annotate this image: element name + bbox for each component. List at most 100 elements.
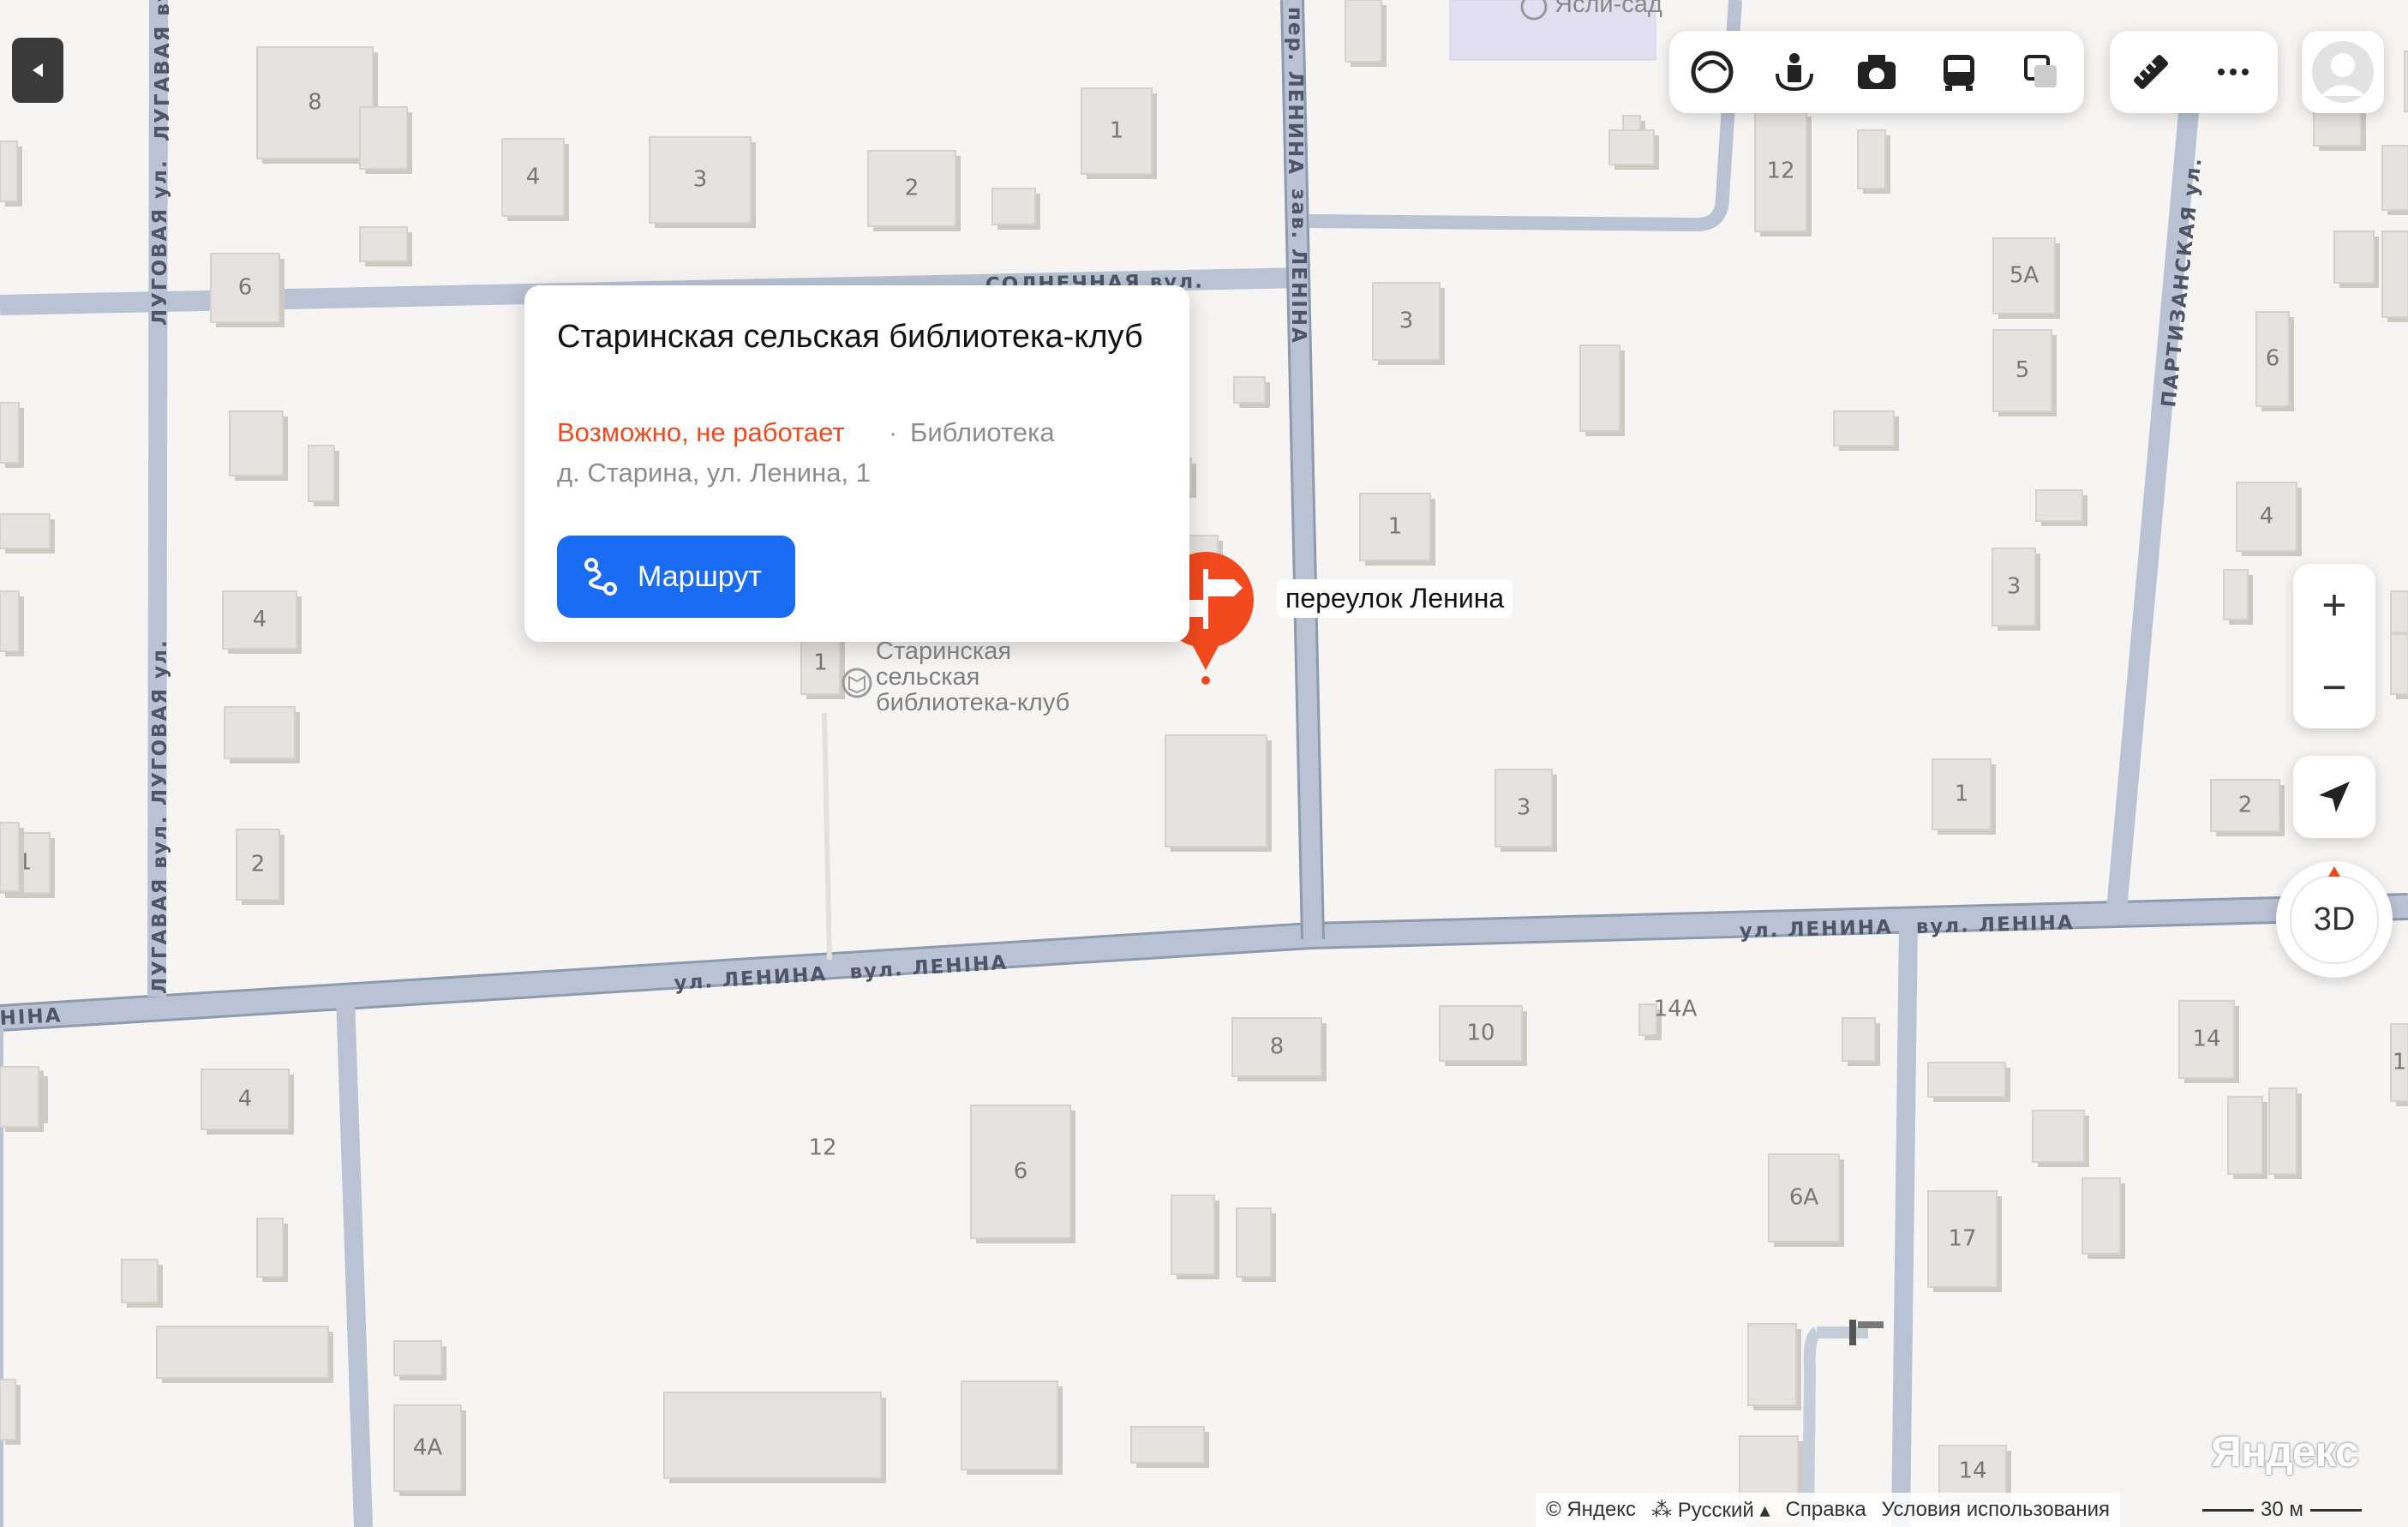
compass-north-marker	[2328, 866, 2340, 877]
building[interactable]	[393, 1340, 442, 1376]
building[interactable]	[1927, 1062, 2006, 1098]
map-canvas[interactable]: ЛУГОВАЯ ул. ЛУГАВАЯ вул. ЛУГОВАЯ ул. ЛУГ…	[0, 0, 2408, 1527]
pin-label[interactable]: переулок Ленина	[1277, 579, 1513, 618]
house-number: 1	[1110, 118, 1124, 144]
zoom-out-button[interactable]: −	[2293, 646, 2375, 728]
building[interactable]	[991, 188, 1036, 225]
route-button[interactable]: Маршрут	[557, 536, 795, 618]
building[interactable]	[2268, 1087, 2297, 1175]
alice-icon	[1691, 51, 1734, 93]
house-number: 6	[238, 275, 253, 301]
building[interactable]	[308, 445, 335, 502]
building[interactable]	[1130, 1426, 1205, 1464]
house-number: 4	[238, 1087, 253, 1112]
panorama-icon	[1776, 53, 1813, 92]
building[interactable]	[0, 402, 20, 464]
building[interactable]	[0, 1066, 39, 1128]
zoom-controls: + −	[2293, 564, 2375, 728]
building[interactable]	[2035, 489, 2083, 522]
house-number: 2	[251, 852, 266, 877]
place-category[interactable]: Библиотека	[910, 417, 1055, 448]
building[interactable]	[1171, 1195, 1215, 1275]
building[interactable]	[2223, 569, 2249, 620]
building[interactable]	[1747, 1323, 1797, 1406]
building[interactable]	[2404, 51, 2408, 112]
building[interactable]	[1579, 344, 1620, 432]
building[interactable]	[663, 1392, 882, 1479]
building[interactable]	[0, 513, 51, 549]
building[interactable]	[2390, 590, 2408, 633]
street-label-lugovaya: ЛУГОВАЯ ул.	[149, 159, 171, 326]
building[interactable]	[156, 1326, 329, 1379]
building[interactable]	[2227, 1096, 2263, 1175]
house-number: 3	[1399, 308, 1414, 334]
house-number: 2	[905, 176, 919, 201]
street-label-lenina-by: вул. ЛЕНІНА	[1915, 912, 2074, 938]
street-label-pereulok: пер. ЛЕНИНА	[1284, 7, 1306, 176]
lot-number: 14А	[1654, 997, 1698, 1022]
terms-link[interactable]: Условия использования	[1882, 1498, 2110, 1522]
building[interactable]	[1233, 376, 1266, 404]
user-avatar-button[interactable]	[2302, 31, 2384, 113]
building[interactable]	[2381, 231, 2408, 318]
building[interactable]	[121, 1259, 159, 1303]
layers-icon	[2024, 55, 2057, 87]
opening-status: Возможно, не работает	[557, 417, 845, 447]
zoom-in-button[interactable]: +	[2293, 564, 2375, 646]
view-3d-button[interactable]: 3D	[2276, 861, 2393, 978]
house-number: 6	[2266, 346, 2280, 372]
house-number: 5А	[2010, 263, 2040, 289]
help-link[interactable]: Справка	[1786, 1498, 1866, 1522]
house-number: 6А	[1789, 1185, 1819, 1211]
kindergarten-building[interactable]: Ясли-сад	[1449, 0, 1662, 61]
route-button-label: Маршрут	[638, 560, 762, 593]
house-number: 6	[1014, 1159, 1028, 1184]
building[interactable]	[1236, 1207, 1272, 1278]
back-arrow-icon	[33, 63, 43, 77]
transport-button[interactable]	[1926, 39, 1992, 105]
building[interactable]	[1857, 129, 1886, 189]
more-button[interactable]	[2201, 39, 2266, 105]
building[interactable]	[0, 1379, 16, 1440]
map-tools-panel	[1669, 31, 2084, 113]
building[interactable]	[359, 226, 408, 262]
building[interactable]	[2381, 145, 2408, 211]
building[interactable]	[2390, 633, 2408, 695]
layers-button[interactable]	[2009, 39, 2074, 105]
copyright-link[interactable]: © Яндекс	[1546, 1498, 1636, 1522]
building[interactable]	[1608, 129, 1655, 165]
collapse-sidebar-button[interactable]	[12, 38, 63, 103]
building[interactable]	[0, 141, 18, 202]
language-label: Русский	[1677, 1498, 1754, 1522]
building[interactable]	[359, 106, 408, 170]
building[interactable]	[224, 706, 296, 759]
place-card[interactable]: Старинская сельская библиотека-клуб Возм…	[524, 285, 1189, 642]
building[interactable]	[0, 590, 20, 652]
more-icon	[2218, 69, 2249, 75]
building[interactable]	[229, 410, 284, 476]
building[interactable]	[2032, 1110, 2085, 1163]
building[interactable]	[1833, 410, 1895, 446]
panorama-button[interactable]	[1762, 39, 1827, 105]
photo-button[interactable]	[1844, 39, 1909, 105]
building[interactable]	[1345, 0, 1382, 63]
building[interactable]	[961, 1380, 1058, 1470]
language-selector[interactable]: ⁂ Русский ▴	[1651, 1498, 1770, 1523]
house-number: 1	[813, 650, 828, 676]
my-location-button[interactable]	[2293, 756, 2375, 838]
place-map-label[interactable]: Старинская сельская библиотека-клуб	[876, 638, 1069, 716]
building[interactable]	[1165, 734, 1267, 847]
separator-dot: ·	[889, 417, 898, 447]
building[interactable]	[2082, 1177, 2121, 1255]
house-number: 2	[2238, 793, 2253, 818]
alice-button[interactable]	[1680, 39, 1745, 105]
ruler-button[interactable]	[2118, 39, 2183, 105]
building[interactable]	[1842, 1017, 1876, 1062]
building[interactable]	[256, 1218, 284, 1278]
building[interactable]	[2333, 231, 2375, 284]
yandex-logo: Яндекс	[2211, 1428, 2359, 1476]
house-number: 14	[1958, 1458, 1986, 1484]
building[interactable]	[0, 822, 20, 892]
house-number: 1	[1955, 781, 1969, 807]
house-number: 1	[2393, 1050, 2407, 1075]
